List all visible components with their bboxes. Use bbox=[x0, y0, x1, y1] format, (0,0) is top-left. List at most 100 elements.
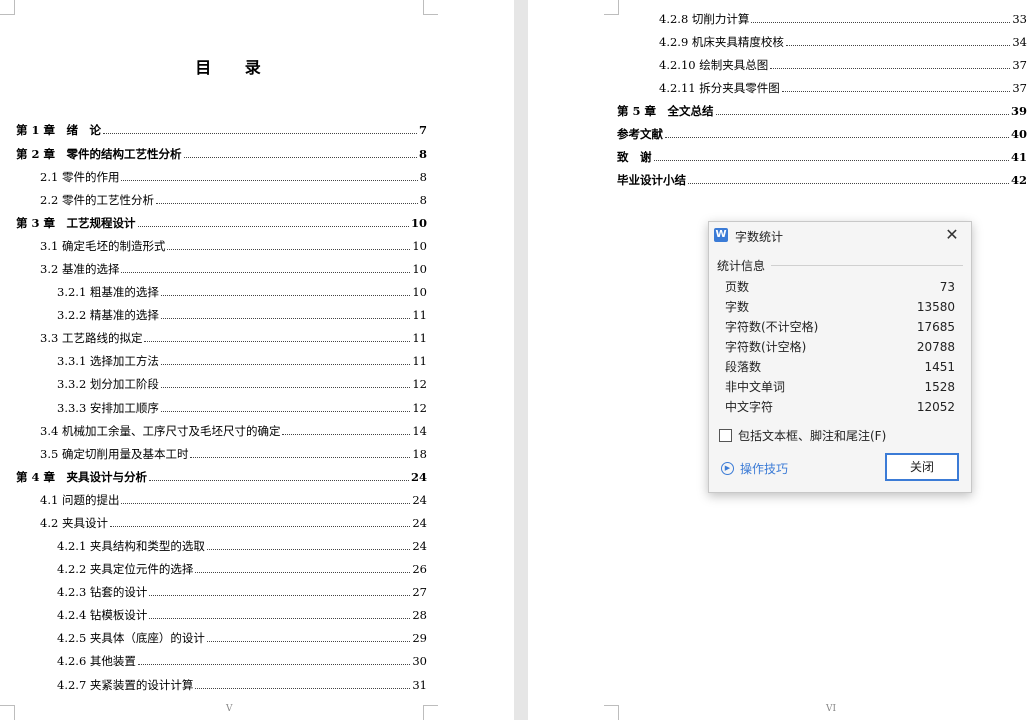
toc-entry-label: 3.3.2 划分加工阶段 bbox=[57, 377, 159, 391]
toc-entry[interactable]: 4.2.7 夹紧装置的设计计算 31 bbox=[57, 677, 427, 693]
toc-entry[interactable]: 4.2.8 切削力计算 33 bbox=[659, 11, 1027, 27]
include-textbox-footnote-option[interactable]: 包括文本框、脚注和尾注(F) bbox=[719, 427, 886, 444]
toc-entry[interactable]: 3.2.2 精基准的选择 11 bbox=[57, 307, 427, 323]
toc-entry[interactable]: 4.2.9 机床夹具精度校核 34 bbox=[659, 34, 1027, 50]
toc-entry[interactable]: 第 1 章 绪 论 7 bbox=[16, 122, 427, 138]
close-button[interactable]: 关闭 bbox=[885, 453, 959, 481]
crop-mark bbox=[423, 0, 438, 15]
toc-leader-dots bbox=[195, 678, 411, 689]
tips-label[interactable]: 操作技巧 bbox=[740, 460, 788, 477]
stat-label: 段落数 bbox=[725, 360, 762, 374]
toc-entry[interactable]: 第 3 章 工艺规程设计 10 bbox=[16, 215, 427, 231]
stat-row: 字符数(不计空格) 17685 bbox=[725, 317, 955, 337]
toc-leader-dots bbox=[160, 285, 411, 296]
tips-link[interactable]: ▶ 操作技巧 bbox=[721, 460, 788, 477]
toc-entry[interactable]: 3.3.2 划分加工阶段 12 bbox=[57, 376, 427, 392]
toc-entry[interactable]: 4.2.3 钻套的设计 27 bbox=[57, 584, 427, 600]
toc-entry-label: 3.2.2 精基准的选择 bbox=[57, 308, 159, 322]
toc-entry-page: 8 bbox=[419, 170, 427, 184]
stats-list: 页数 73 字数 13580 字符数(不计空格) 17685 字符数(计空格) 20788 段落… bbox=[725, 277, 955, 417]
toc-entry[interactable]: 3.5 确定切削用量及基本工时 18 bbox=[40, 446, 427, 462]
toc-entry[interactable]: 3.1 确定毛坯的制造形式 10 bbox=[40, 238, 427, 254]
toc-entry[interactable]: 2.2 零件的工艺性分析 8 bbox=[40, 192, 427, 208]
toc-leader-dots bbox=[137, 216, 409, 227]
toc-entry-label: 第 2 章 零件的结构工艺性分析 bbox=[16, 147, 182, 161]
toc-entry-label: 3.1 确定毛坯的制造形式 bbox=[40, 239, 166, 253]
stat-row: 字符数(计空格) 20788 bbox=[725, 337, 955, 357]
toc-entry[interactable]: 3.3.1 选择加工方法 11 bbox=[57, 353, 427, 369]
toc-entry-label: 第 4 章 夹具设计与分析 bbox=[16, 470, 148, 484]
toc-entry-label: 4.2.4 钻模板设计 bbox=[57, 608, 148, 622]
toc-entry-page: 12 bbox=[412, 401, 427, 415]
toc-entry-label: 4.2.3 钻套的设计 bbox=[57, 585, 148, 599]
include-textbox-label[interactable]: 包括文本框、脚注和尾注(F) bbox=[738, 427, 886, 444]
section-divider bbox=[771, 265, 963, 266]
toc-leader-dots bbox=[109, 516, 411, 527]
toc-entry-page: 42 bbox=[1010, 173, 1027, 187]
play-icon: ▶ bbox=[721, 462, 734, 475]
crop-mark bbox=[0, 0, 15, 15]
toc-entry-page: 10 bbox=[410, 216, 427, 230]
toc-entry-page: 18 bbox=[412, 447, 427, 461]
toc-leader-dots bbox=[282, 424, 411, 435]
toc-entry[interactable]: 3.3.3 安排加工顺序 12 bbox=[57, 400, 427, 416]
toc-entry-label: 第 5 章 全文总结 bbox=[617, 104, 714, 118]
toc-leader-dots bbox=[160, 308, 411, 319]
toc-entry[interactable]: 4.2.2 夹具定位元件的选择 26 bbox=[57, 561, 427, 577]
document-page-left: 目 录 第 1 章 绪 论7第 2 章 零件的结构工艺性分析 8 2.1 零件的作用… bbox=[0, 0, 514, 720]
stat-label: 中文字符 bbox=[725, 400, 774, 414]
toc-entry[interactable]: 4.1 问题的提出 24 bbox=[40, 492, 427, 508]
toc-entry-page: 14 bbox=[412, 424, 427, 438]
toc-entry[interactable]: 4.2 夹具设计 24 bbox=[40, 515, 427, 531]
toc-entry[interactable]: 毕业设计小结 42 bbox=[617, 172, 1027, 188]
toc-entry[interactable]: 4.2.11 拆分夹具零件图 37 bbox=[659, 80, 1027, 96]
include-textbox-checkbox[interactable] bbox=[719, 429, 732, 442]
toc-entry[interactable]: 2.1 零件的作用 8 bbox=[40, 169, 427, 185]
toc-entry-label: 4.2.5 夹具体（底座）的设计 bbox=[57, 631, 205, 645]
toc-entry[interactable]: 3.4 机械加工余量、工序尺寸及毛坯尺寸的确定 14 bbox=[40, 423, 427, 439]
crop-mark bbox=[423, 705, 438, 720]
dialog-titlebar[interactable]: W 字数统计 ✕ bbox=[709, 222, 971, 250]
page-number-footer: VI bbox=[826, 704, 837, 714]
stat-label: 字符数(不计空格) bbox=[725, 320, 819, 334]
toc-entry[interactable]: 第 2 章 零件的结构工艺性分析 8 bbox=[16, 146, 427, 162]
close-icon[interactable]: ✕ bbox=[943, 226, 961, 244]
toc-entry-label: 4.2.11 拆分夹具零件图 bbox=[659, 81, 780, 95]
toc-entry[interactable]: 第 5 章 全文总结 39 bbox=[617, 103, 1027, 119]
toc-leader-dots bbox=[121, 262, 411, 273]
toc-leader-dots bbox=[160, 377, 411, 388]
toc-entry[interactable]: 第 4 章 夹具设计与分析 24 bbox=[16, 469, 427, 485]
toc-entry[interactable]: 4.2.4 钻模板设计 28 bbox=[57, 607, 427, 623]
toc-entry-label: 4.2.9 机床夹具精度校核 bbox=[659, 35, 784, 49]
toc-leader-dots bbox=[121, 170, 418, 181]
toc-entry-label: 4.2 夹具设计 bbox=[40, 516, 108, 530]
toc-leader-dots bbox=[781, 81, 1011, 92]
stat-value: 12052 bbox=[916, 400, 955, 414]
stat-label: 字符数(计空格) bbox=[725, 340, 807, 354]
toc-entry-page: 8 bbox=[419, 193, 427, 207]
toc-entry[interactable]: 参考文献 40 bbox=[617, 126, 1027, 142]
toc-entry[interactable]: 4.2.6 其他装置 30 bbox=[57, 653, 427, 669]
wps-writer-icon: W bbox=[714, 228, 728, 242]
toc-entry[interactable]: 致 谢 41 bbox=[617, 149, 1027, 165]
toc-entry-label: 参考文献 bbox=[617, 127, 663, 141]
toc-entry-page: 28 bbox=[412, 608, 427, 622]
stat-value: 73 bbox=[939, 280, 955, 294]
toc-entry[interactable]: 4.2.10 绘制夹具总图 37 bbox=[659, 57, 1027, 73]
toc-leader-dots bbox=[149, 470, 409, 481]
toc-entry-page: 10 bbox=[412, 239, 427, 253]
page-number-footer: V bbox=[226, 704, 233, 714]
toc-entry-page: 37 bbox=[1012, 58, 1027, 72]
toc-entry[interactable]: 3.3 工艺路线的拟定 11 bbox=[40, 330, 427, 346]
toc-leader-dots bbox=[715, 104, 1009, 115]
toc-entry[interactable]: 4.2.5 夹具体（底座）的设计 29 bbox=[57, 630, 427, 646]
toc-leader-dots bbox=[785, 35, 1011, 46]
toc-entry-page: 11 bbox=[412, 331, 427, 345]
stat-value: 13580 bbox=[916, 300, 955, 314]
stat-value: 17685 bbox=[916, 320, 955, 334]
toc-entry[interactable]: 4.2.1 夹具结构和类型的选取 24 bbox=[57, 538, 427, 554]
toc-entry-page: 37 bbox=[1012, 81, 1027, 95]
toc-entry-page: 29 bbox=[412, 631, 427, 645]
toc-entry[interactable]: 3.2 基准的选择 10 bbox=[40, 261, 427, 277]
toc-entry[interactable]: 3.2.1 粗基准的选择 10 bbox=[57, 284, 427, 300]
